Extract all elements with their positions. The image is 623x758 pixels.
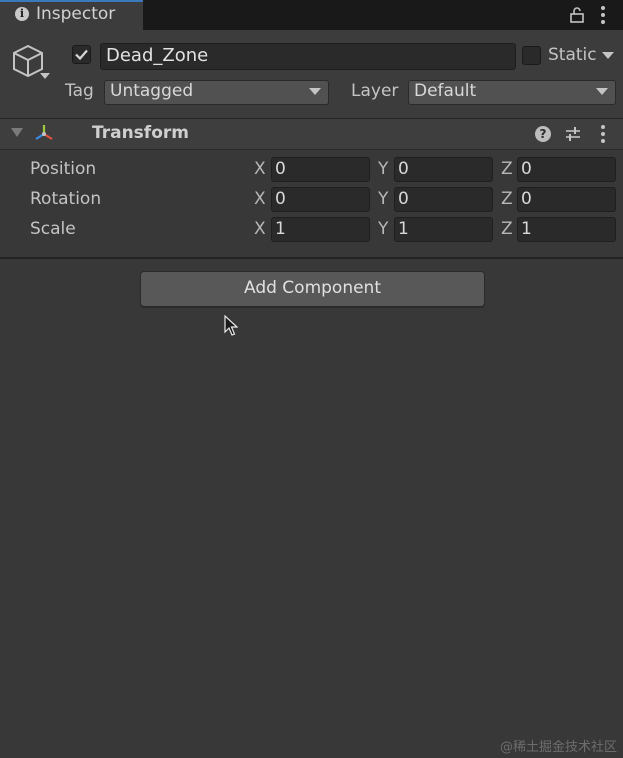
position-y-field[interactable] bbox=[394, 157, 493, 182]
scale-x-field[interactable] bbox=[271, 217, 370, 242]
rotation-x-axis-label[interactable]: X bbox=[254, 189, 266, 209]
scale-x-axis-label[interactable]: X bbox=[254, 219, 266, 239]
position-z-field[interactable] bbox=[517, 157, 616, 182]
chevron-down-icon[interactable] bbox=[40, 73, 50, 79]
position-x-field[interactable] bbox=[271, 157, 370, 182]
scale-z-field[interactable] bbox=[517, 217, 616, 242]
position-y-value: 0 bbox=[398, 159, 409, 179]
position-z-value: 0 bbox=[521, 159, 532, 179]
info-icon: i bbox=[15, 7, 29, 21]
component-menu-icon[interactable] bbox=[600, 124, 606, 144]
layer-label: Layer bbox=[351, 81, 399, 101]
watermark-text: @稀土掘金技术社区 bbox=[500, 740, 618, 755]
static-label[interactable]: Static bbox=[548, 45, 597, 65]
layer-value: Default bbox=[414, 81, 477, 101]
position-y-axis-label[interactable]: Y bbox=[378, 159, 388, 179]
object-name-text: Dead_Zone bbox=[106, 45, 209, 66]
position-x-axis-label[interactable]: X bbox=[254, 159, 266, 179]
static-checkbox[interactable] bbox=[522, 46, 541, 65]
rotation-y-axis-label[interactable]: Y bbox=[378, 189, 388, 209]
rotation-x-field[interactable] bbox=[271, 187, 370, 212]
rotation-z-axis-label[interactable]: Z bbox=[501, 189, 513, 209]
mouse-pointer-icon bbox=[224, 315, 238, 336]
static-dropdown-arrow-icon[interactable] bbox=[602, 52, 614, 59]
scale-label: Scale bbox=[30, 219, 76, 239]
scale-x-value: 1 bbox=[275, 219, 286, 239]
component-separator bbox=[0, 257, 623, 259]
scale-z-axis-label[interactable]: Z bbox=[501, 219, 513, 239]
lock-icon[interactable] bbox=[569, 7, 585, 23]
tag-label: Tag bbox=[65, 81, 94, 101]
scale-y-field[interactable] bbox=[394, 217, 493, 242]
rotation-y-field[interactable] bbox=[394, 187, 493, 212]
kebab-menu-icon[interactable] bbox=[600, 5, 606, 25]
scale-y-axis-label[interactable]: Y bbox=[378, 219, 388, 239]
help-icon[interactable]: ? bbox=[535, 126, 551, 142]
checkmark-icon bbox=[75, 49, 88, 61]
layer-dropdown-arrow-icon bbox=[596, 88, 608, 95]
position-z-axis-label[interactable]: Z bbox=[501, 159, 513, 179]
rotation-y-value: 0 bbox=[398, 189, 409, 209]
position-label: Position bbox=[30, 159, 97, 179]
tab-title: Inspector bbox=[36, 4, 116, 24]
sliders-icon[interactable] bbox=[565, 125, 581, 143]
scale-z-value: 1 bbox=[521, 219, 532, 239]
foldout-arrow-icon[interactable] bbox=[11, 128, 23, 137]
rotation-z-value: 0 bbox=[521, 189, 532, 209]
transform-axes-icon bbox=[35, 125, 53, 140]
rotation-x-value: 0 bbox=[275, 189, 286, 209]
tag-dropdown-arrow-icon bbox=[309, 88, 321, 95]
position-x-value: 0 bbox=[275, 159, 286, 179]
rotation-label: Rotation bbox=[30, 189, 102, 209]
scale-y-value: 1 bbox=[398, 219, 409, 239]
transform-title: Transform bbox=[92, 123, 189, 143]
tag-value: Untagged bbox=[110, 81, 194, 101]
add-component-label[interactable]: Add Component bbox=[140, 278, 485, 298]
rotation-z-field[interactable] bbox=[517, 187, 616, 212]
